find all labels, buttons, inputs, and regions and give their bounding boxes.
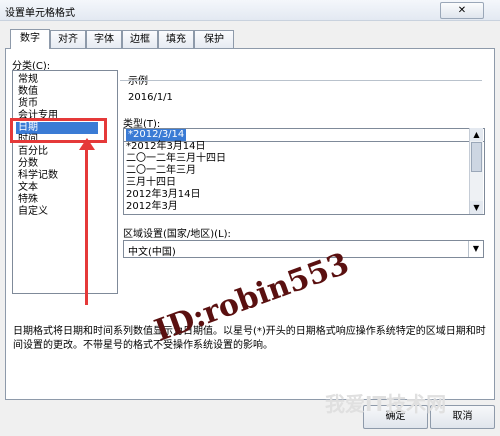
tab-protection[interactable]: 保护 xyxy=(194,30,234,48)
category-item[interactable]: 货币 xyxy=(18,98,38,110)
chevron-down-icon[interactable]: ▼ xyxy=(468,241,483,257)
tab-number[interactable]: 数字 xyxy=(10,29,50,49)
category-list[interactable]: 常规 数值 货币 会计专用 日期 时间 百分比 分数 科学记数 文本 特殊 自定… xyxy=(12,70,118,294)
type-item[interactable]: 二〇一二年三月 xyxy=(126,165,196,177)
locale-label: 区域设置(国家/地区)(L): xyxy=(123,229,231,240)
category-item[interactable]: 百分比 xyxy=(18,146,48,158)
category-item[interactable]: 数值 xyxy=(18,86,38,98)
tab-alignment[interactable]: 对齐 xyxy=(50,30,86,48)
type-item[interactable]: 二〇一二年三月十四日 xyxy=(126,153,226,165)
sample-group xyxy=(120,80,482,109)
format-description: 日期格式将日期和时间系列数值显示为日期值。以星号(*)开头的日期格式响应操作系统… xyxy=(13,326,486,351)
close-icon: ✕ xyxy=(457,5,467,16)
type-scrollbar[interactable]: ▲ ▼ xyxy=(469,128,483,214)
type-list[interactable]: *2012年3月14日 二〇一二年三月十四日 二〇一二年三月 三月十四日 201… xyxy=(123,140,485,215)
type-item[interactable]: 2012年3月14日 xyxy=(126,189,201,201)
category-item[interactable]: 文本 xyxy=(18,182,38,194)
type-item[interactable]: *2012年3月14日 xyxy=(126,141,206,153)
tab-font[interactable]: 字体 xyxy=(86,30,122,48)
title-bar: 设置单元格格式 ✕ xyxy=(0,0,500,21)
tab-fill[interactable]: 填充 xyxy=(158,30,194,48)
locale-select[interactable]: 中文(中国) ▼ xyxy=(123,240,484,258)
category-item[interactable]: 特殊 xyxy=(18,194,38,206)
scroll-down-icon[interactable]: ▼ xyxy=(470,201,483,214)
type-item[interactable]: 2012年3月 xyxy=(126,201,178,213)
scroll-thumb[interactable] xyxy=(471,142,482,172)
window-title: 设置单元格格式 xyxy=(5,8,75,19)
tab-border[interactable]: 边框 xyxy=(122,30,158,48)
scroll-up-icon[interactable]: ▲ xyxy=(470,128,483,141)
sample-value: 2016/1/1 xyxy=(128,92,173,103)
type-item[interactable]: 三月十四日 xyxy=(126,177,176,189)
category-item[interactable]: 常规 xyxy=(18,74,38,86)
watermark-site: 我爱IT技术网 xyxy=(325,392,447,416)
category-item[interactable]: 科学记数 xyxy=(18,170,58,182)
category-item[interactable]: 分数 xyxy=(18,158,38,170)
close-button[interactable]: ✕ xyxy=(440,2,484,19)
category-item[interactable]: 自定义 xyxy=(18,206,48,218)
annotation-arrow xyxy=(85,145,88,305)
locale-value: 中文(中国) xyxy=(128,247,176,258)
